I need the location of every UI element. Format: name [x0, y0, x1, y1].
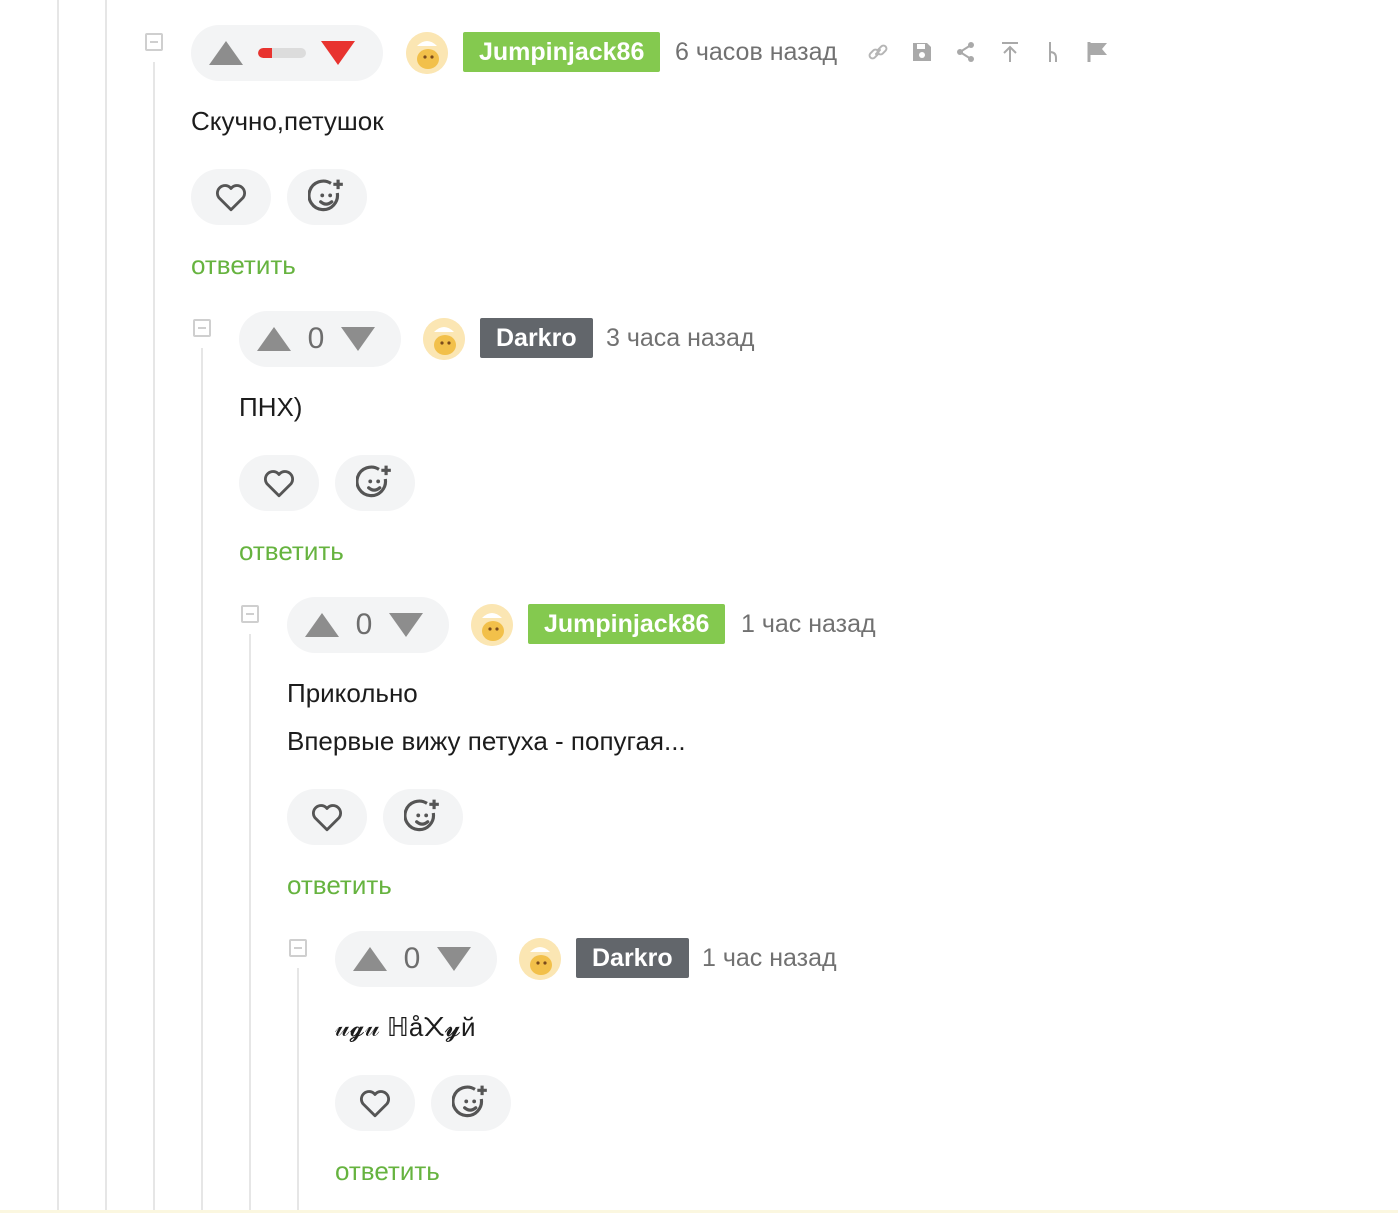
downvote-icon[interactable] [341, 327, 375, 351]
avatar[interactable] [519, 938, 561, 980]
add-reaction-button[interactable] [431, 1075, 511, 1131]
author-badge[interactable]: Jumpinjack86 [463, 32, 661, 72]
collapse-button[interactable] [241, 605, 259, 623]
flag-icon[interactable] [1086, 40, 1110, 64]
reply-link[interactable]: ответить [239, 536, 344, 567]
upvote-icon[interactable] [257, 327, 291, 351]
avatar-chick-icon [519, 938, 561, 980]
thread-line-5 [249, 634, 251, 1213]
downvote-icon[interactable] [389, 613, 423, 637]
score-value: 0 [307, 322, 325, 355]
heart-icon [312, 804, 342, 832]
upvote-icon[interactable] [353, 947, 387, 971]
thread-line-1 [57, 0, 59, 1213]
author-badge[interactable]: Darkro [576, 938, 689, 978]
vote-block: 0 [287, 597, 449, 653]
thread-line-4 [201, 348, 203, 1213]
comment-time[interactable]: 1 час назад [702, 938, 837, 978]
downvote-icon[interactable] [437, 947, 471, 971]
reply-link[interactable]: ответить [335, 1156, 440, 1187]
vote-block: 0 [335, 931, 497, 987]
thread-line-2 [105, 0, 107, 1213]
reply-link[interactable]: ответить [287, 870, 392, 901]
smiley-plus-icon [356, 465, 391, 498]
add-reaction-button[interactable] [287, 169, 367, 225]
add-reaction-button[interactable] [383, 789, 463, 845]
thread-line-6 [297, 968, 299, 1213]
save-icon[interactable] [910, 40, 934, 64]
collapse-button[interactable] [145, 33, 163, 51]
score-value: 0 [403, 942, 421, 975]
add-reaction-button[interactable] [335, 455, 415, 511]
comment-time[interactable]: 6 часов назад [675, 32, 837, 72]
avatar-chick-icon [423, 318, 465, 360]
author-badge[interactable]: Jumpinjack86 [528, 604, 726, 644]
reply-link[interactable]: ответить [191, 250, 296, 281]
comment-text-line: Прикольно [287, 678, 418, 708]
like-button[interactable] [335, 1075, 415, 1131]
link-icon[interactable] [866, 40, 890, 64]
avatar-chick-icon [406, 32, 448, 74]
collapse-button[interactable] [193, 319, 211, 337]
upvote-icon[interactable] [209, 41, 243, 65]
scroll-top-icon[interactable] [998, 40, 1022, 64]
rating-bar [258, 48, 306, 58]
comment-time[interactable]: 3 часа назад [606, 318, 755, 358]
like-button[interactable] [239, 455, 319, 511]
heart-icon [216, 184, 246, 212]
smiley-plus-icon [404, 799, 439, 832]
downvote-icon[interactable] [321, 41, 355, 65]
like-button[interactable] [287, 789, 367, 845]
comment-text: ПНХ) [239, 392, 303, 422]
collapse-button[interactable] [289, 939, 307, 957]
smiley-plus-icon [452, 1085, 487, 1118]
upvote-icon[interactable] [305, 613, 339, 637]
comment-text: 𝓊𝓰𝓊 ℍå᙭𝔂й [335, 1012, 476, 1042]
author-badge[interactable]: Darkro [480, 318, 593, 358]
comment-text-line: Впервые вижу петуха - попугая... [287, 726, 686, 756]
share-icon[interactable] [954, 40, 978, 64]
thread-line-3 [153, 62, 155, 1213]
avatar[interactable] [406, 32, 448, 74]
comment-time[interactable]: 1 час назад [741, 604, 876, 644]
heart-icon [264, 470, 294, 498]
smiley-plus-icon [308, 179, 343, 212]
like-button[interactable] [191, 169, 271, 225]
comment-text: Скучно,петушок [191, 106, 384, 136]
avatar[interactable] [471, 604, 513, 646]
vote-block: 0 [239, 311, 401, 367]
score-value: 0 [355, 608, 373, 641]
heart-icon [360, 1090, 390, 1118]
avatar[interactable] [423, 318, 465, 360]
branch-icon[interactable] [1042, 40, 1066, 64]
vote-block [191, 25, 383, 81]
avatar-chick-icon [471, 604, 513, 646]
